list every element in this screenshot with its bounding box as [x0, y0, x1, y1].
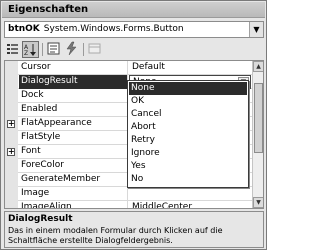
dropdown-option-ok[interactable]: OK: [129, 95, 247, 108]
description-title: DialogResult: [8, 214, 73, 224]
svg-text:Z: Z: [24, 50, 28, 57]
dropdown-option-none[interactable]: None: [129, 82, 247, 95]
window-title: Eigenschaften: [2, 2, 265, 18]
dialogresult-dropdown-list: None OK Cancel Abort Retry Ignore Yes No: [127, 80, 249, 188]
expand-icon[interactable]: +: [7, 148, 15, 156]
property-name: FlatAppearance: [19, 117, 128, 131]
description-pane: DialogResult Das in einem modalen Formul…: [4, 211, 264, 248]
property-name: GenerateMember: [19, 173, 128, 187]
property-name: FlatStyle: [19, 131, 128, 145]
property-name: Enabled: [19, 103, 128, 117]
dropdown-option-abort[interactable]: Abort: [129, 121, 247, 134]
dropdown-option-cancel[interactable]: Cancel: [129, 108, 247, 121]
property-row-imagealign[interactable]: ImageAlign MiddleCenter: [5, 201, 252, 208]
toolbar-separator: [83, 43, 84, 56]
property-name: Font: [19, 145, 128, 159]
events-icon[interactable]: [63, 41, 80, 58]
properties-window: Eigenschaften btnOK System.Windows.Forms.…: [0, 0, 267, 250]
scroll-down-icon[interactable]: ▼: [253, 197, 263, 208]
property-value[interactable]: Default: [129, 61, 251, 75]
property-row-image[interactable]: Image: [5, 187, 252, 201]
property-name: Cursor: [19, 61, 128, 75]
scroll-up-icon[interactable]: ▲: [253, 61, 263, 72]
chevron-down-icon[interactable]: ▼: [249, 22, 263, 37]
property-name: Dock: [19, 89, 128, 103]
object-selector[interactable]: btnOK System.Windows.Forms.Button ▼: [4, 21, 264, 38]
object-name: btnOK: [8, 24, 40, 34]
dropdown-option-no[interactable]: No: [129, 173, 247, 186]
properties-toolbar: AZ: [4, 41, 264, 58]
property-value[interactable]: MiddleCenter: [129, 201, 251, 208]
dropdown-option-ignore[interactable]: Ignore: [129, 147, 247, 160]
dropdown-option-retry[interactable]: Retry: [129, 134, 247, 147]
object-type: System.Windows.Forms.Button: [43, 24, 184, 34]
property-name: ImageAlign: [19, 201, 128, 208]
toolbar-separator: [42, 43, 43, 56]
property-row-cursor[interactable]: Cursor Default: [5, 61, 252, 75]
alphabetical-icon[interactable]: AZ: [22, 41, 39, 58]
property-grid-scrollbar[interactable]: ▲ ▼: [252, 61, 263, 208]
property-name: ForeColor: [19, 159, 128, 173]
properties-icon[interactable]: [45, 41, 62, 58]
property-name: Image: [19, 187, 128, 201]
property-name: DialogResult: [19, 75, 128, 89]
property-pages-icon: [86, 41, 103, 58]
description-text: Das in einem modalen Formular durch Klic…: [8, 226, 223, 245]
expand-icon[interactable]: +: [7, 120, 15, 128]
dropdown-option-yes[interactable]: Yes: [129, 160, 247, 173]
categorized-icon[interactable]: [4, 41, 21, 58]
property-value[interactable]: [129, 187, 251, 201]
scrollbar-thumb[interactable]: [254, 83, 263, 153]
